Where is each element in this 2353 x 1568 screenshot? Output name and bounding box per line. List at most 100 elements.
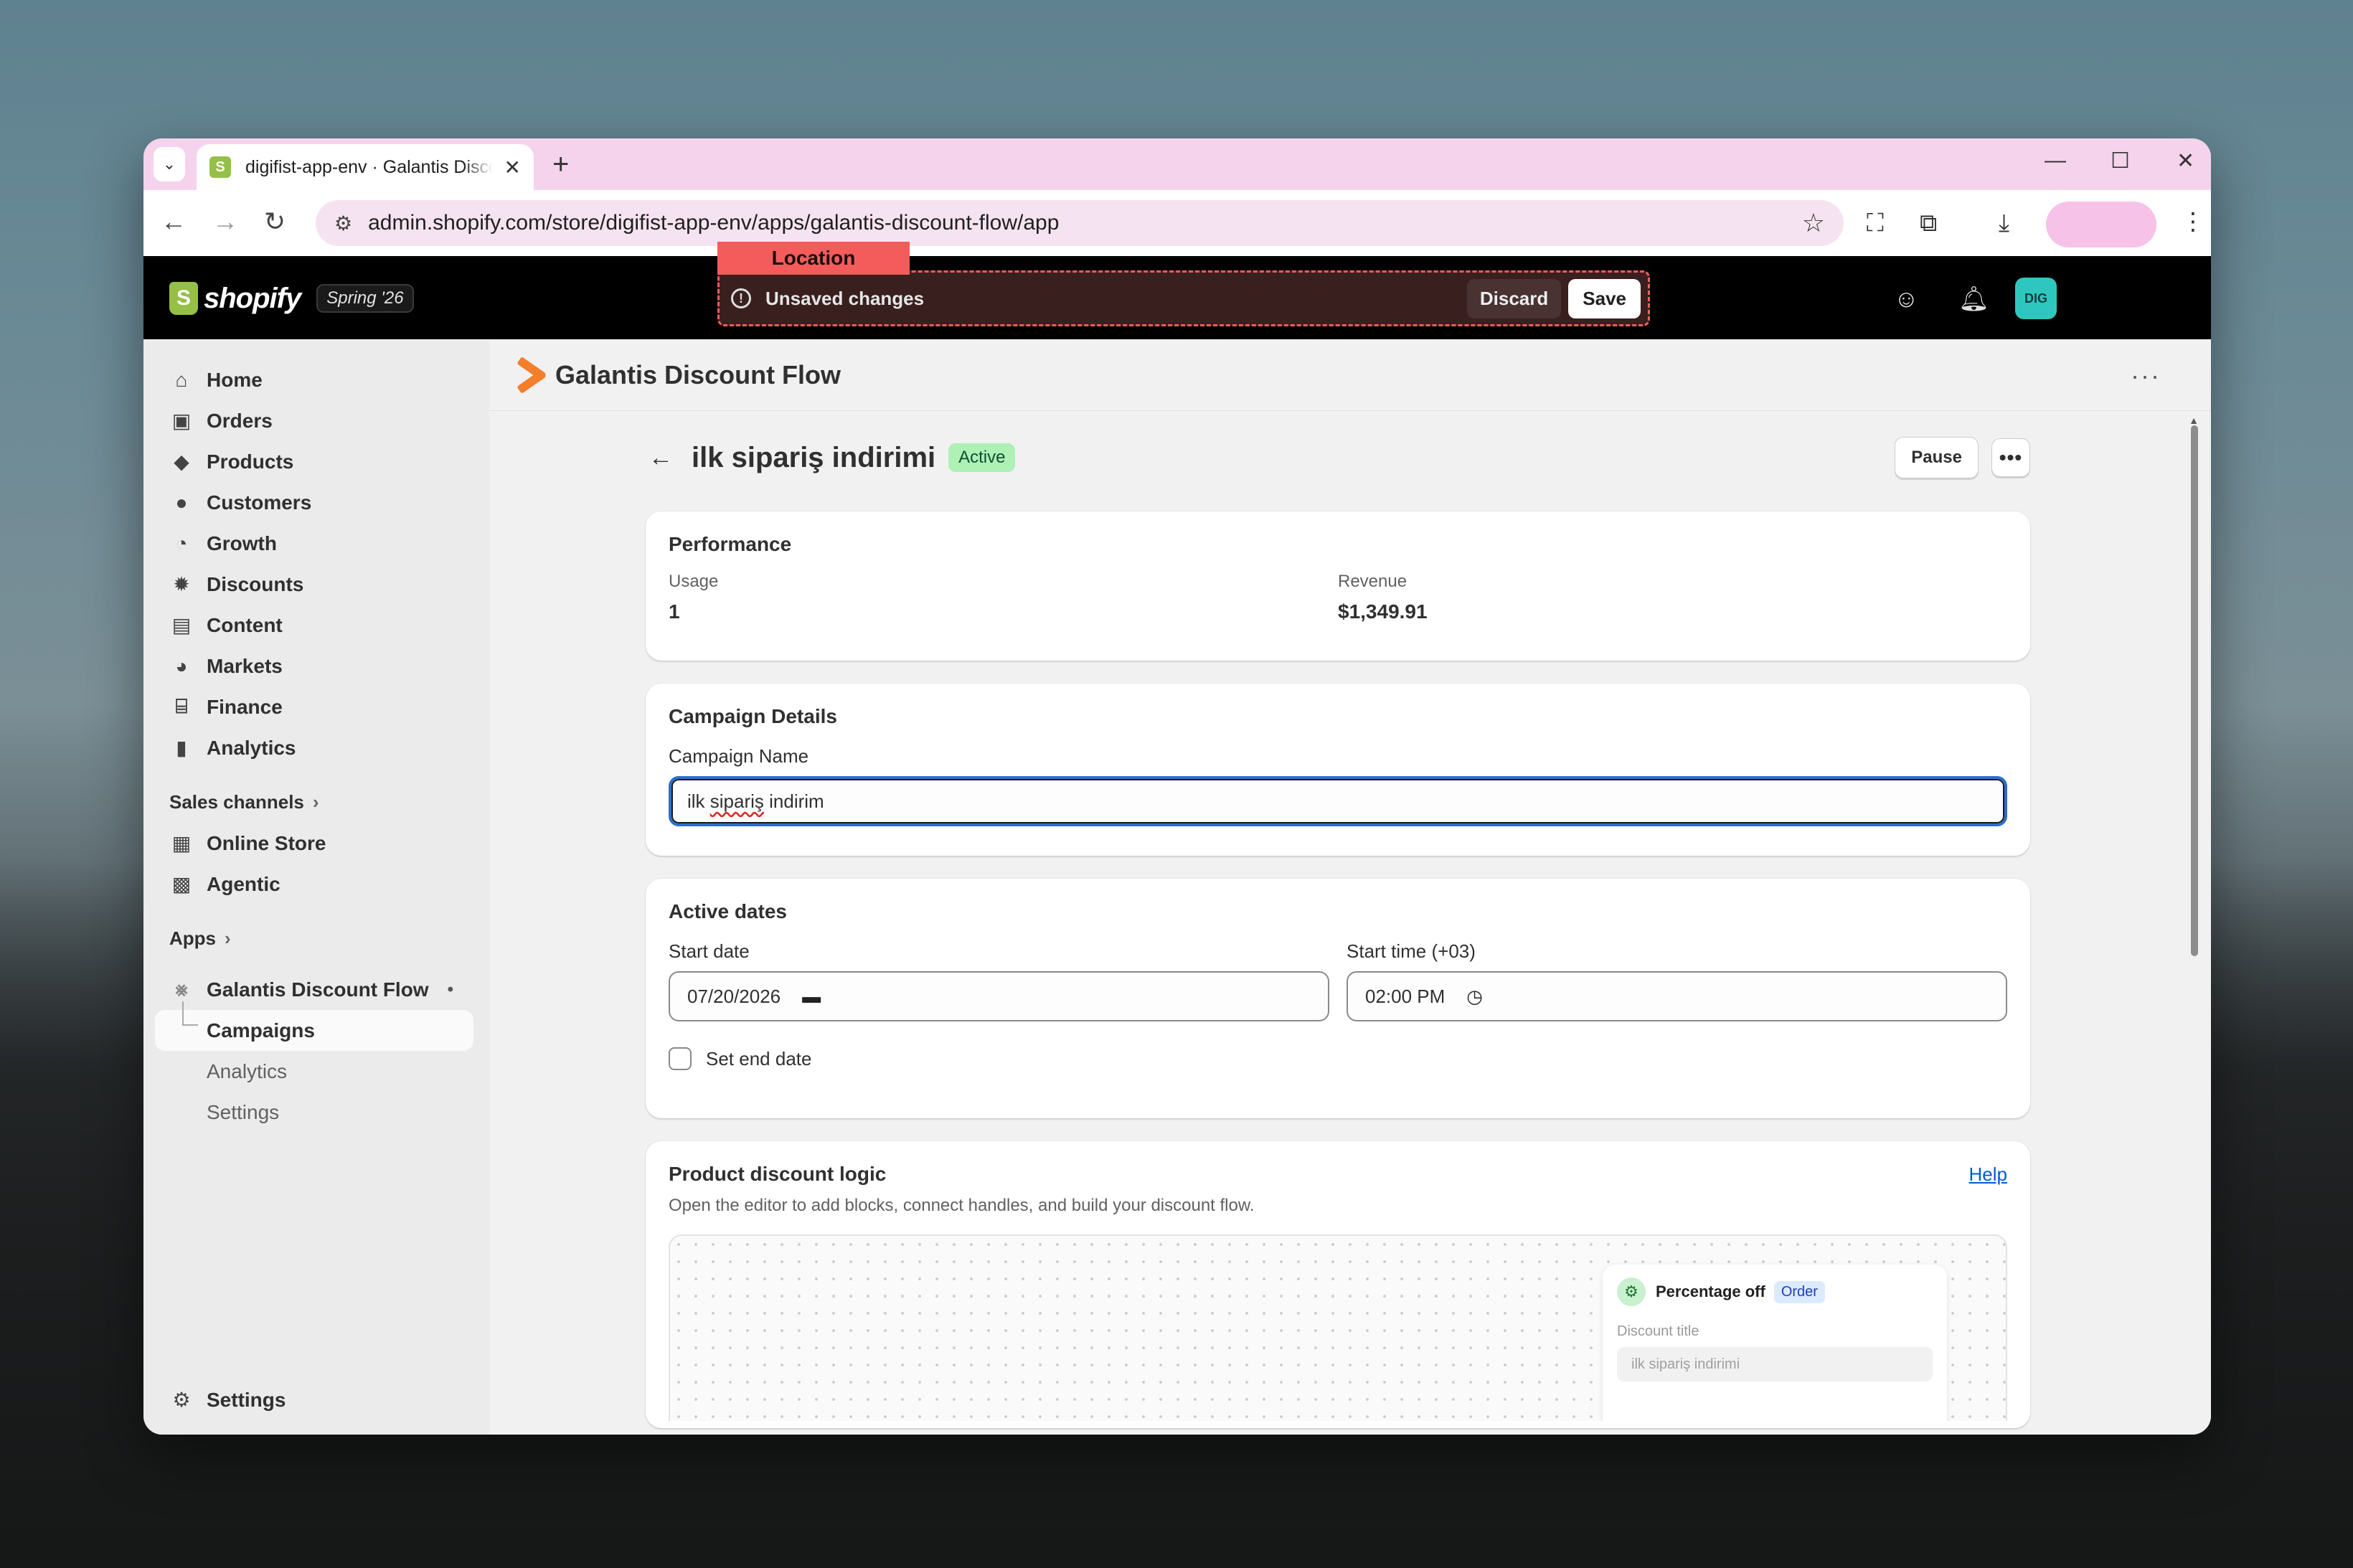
sidekick-icon[interactable]: ☺: [1894, 285, 1919, 313]
start-date-input[interactable]: 07/20/2026 ▬: [669, 971, 1329, 1021]
app-more-icon[interactable]: ···: [2131, 361, 2161, 391]
forward-icon[interactable]: →: [212, 206, 238, 237]
start-time-value: 02:00 PM: [1365, 985, 1446, 1007]
sidebar-subitem-label: Settings: [207, 1100, 280, 1123]
page-content: ← ilk sipariş indirimi Active Pause ••• …: [646, 433, 2030, 1428]
screenshot-icon[interactable]: ⛶: [1867, 207, 1884, 239]
sidebar-subitem-analytics[interactable]: Analytics: [143, 1051, 489, 1092]
start-time-label: Start time (+03): [1347, 940, 1476, 962]
shopify-logo[interactable]: S shopify Spring '26: [169, 282, 414, 315]
discard-button[interactable]: Discard: [1466, 278, 1562, 318]
save-button[interactable]: Save: [1568, 278, 1641, 318]
avatar[interactable]: DIG: [2015, 278, 2057, 319]
close-window-icon[interactable]: ✕: [2177, 148, 2194, 174]
address-bar: ← → ↻ ⚙ admin.shopify.com/store/digifist…: [143, 190, 2211, 256]
revenue-stat: Revenue $1,349.91: [1338, 572, 2007, 623]
sidebar-subitem-campaigns[interactable]: Campaigns: [155, 1001, 473, 1051]
back-arrow-icon[interactable]: ←: [649, 444, 673, 472]
sidebar-item-analytics[interactable]: ▮ Analytics: [143, 727, 489, 768]
start-time-input[interactable]: 02:00 PM ◷: [1347, 971, 2007, 1021]
apps-header[interactable]: Apps ›: [143, 917, 489, 959]
bookmark-star-icon[interactable]: ☆: [1802, 208, 1825, 238]
sidebar-item-label: Content: [207, 613, 283, 636]
content-icon: ▤: [171, 614, 192, 636]
campaign-name-input[interactable]: ilk sipariş indirim: [669, 776, 2007, 826]
browser-menu-icon[interactable]: ⋮: [2181, 206, 2205, 237]
url-bar[interactable]: ⚙ admin.shopify.com/store/digifist-app-e…: [316, 200, 1844, 246]
campaign-name-label: Campaign Name: [669, 745, 809, 767]
end-date-label[interactable]: Set end date: [706, 1048, 811, 1070]
browser-tab[interactable]: S digifist-app-env · Galantis Discount F…: [197, 144, 534, 190]
campaign-details-card: Campaign Details Campaign Name ilk sipar…: [646, 684, 2030, 856]
clock-icon[interactable]: ◷: [1466, 986, 1483, 1008]
sidebar-item-agentic[interactable]: ▩ Agentic: [143, 864, 489, 905]
scroll-up-icon[interactable]: ▲: [2189, 415, 2199, 426]
tab-bar: ⌄ S digifist-app-env · Galantis Discount…: [143, 138, 2211, 190]
gear-icon: ⚙: [172, 1389, 191, 1411]
sidebar-item-label: Finance: [207, 695, 283, 718]
sidebar-item-label: Agentic: [207, 872, 280, 895]
sales-channels-header[interactable]: Sales channels ›: [143, 781, 489, 823]
node-badge: Order: [1773, 1280, 1825, 1303]
sidebar-item-finance[interactable]: ⌸ Finance: [143, 686, 489, 727]
sidebar-item-markets[interactable]: ◕ Markets: [143, 646, 489, 686]
scrollbar[interactable]: [2191, 425, 2198, 956]
sidebar-item-orders[interactable]: ▣ Orders: [143, 400, 489, 441]
sidebar-item-content[interactable]: ▤ Content: [143, 605, 489, 646]
profile-button[interactable]: [2046, 202, 2156, 247]
sidebar-item-discounts[interactable]: ✹ Discounts: [143, 564, 489, 605]
chevron-right-icon: ›: [225, 927, 231, 949]
sidebar-item-settings[interactable]: ⚙ Settings: [143, 1379, 489, 1420]
campaign-name-text: indirim: [763, 790, 824, 812]
back-icon[interactable]: ←: [161, 206, 187, 237]
campaign-name-text: ilk: [687, 790, 710, 812]
site-info-icon[interactable]: ⚙: [334, 212, 352, 235]
performance-card: Performance Usage 1 Revenue $1,349.91: [646, 511, 2030, 661]
node-header: ⚙ Percentage off Order: [1617, 1277, 1933, 1306]
node-title: Percentage off: [1656, 1283, 1765, 1300]
end-date-checkbox[interactable]: [669, 1047, 692, 1070]
extensions-icon[interactable]: ⧉: [1920, 207, 1937, 239]
revenue-label: Revenue: [1338, 572, 1407, 591]
unsaved-changes-text: Unsaved changes: [765, 287, 925, 309]
sidebar-item-online-store[interactable]: ▦ Online Store: [143, 823, 489, 864]
new-tab-button[interactable]: +: [552, 147, 569, 181]
logic-title: Product discount logic: [669, 1163, 887, 1185]
download-icon[interactable]: ⤓: [1999, 207, 2009, 239]
minimize-icon[interactable]: —: [2045, 148, 2066, 173]
tab-search-button[interactable]: ⌄: [154, 147, 185, 181]
bell-icon[interactable]: 🔔︎: [1958, 285, 1989, 313]
node-field-label: Discount title: [1617, 1323, 1699, 1339]
reload-icon[interactable]: ↻: [264, 206, 286, 237]
end-date-row: Set end date: [669, 1047, 2007, 1070]
discount-logic-card: Product discount logic Help Open the edi…: [646, 1141, 2030, 1428]
sidebar-subitem-settings[interactable]: Settings: [143, 1092, 489, 1133]
chevron-down-icon: ⌄: [162, 155, 176, 173]
usage-value: 1: [669, 600, 680, 623]
tree-connector: [182, 1001, 198, 1026]
percentage-off-node[interactable]: ⚙ Percentage off Order Discount title il…: [1603, 1265, 1947, 1421]
usage-label: Usage: [669, 572, 719, 591]
sidebar-item-growth[interactable]: ◔ Growth: [143, 523, 489, 564]
calendar-icon[interactable]: ▬: [802, 986, 821, 1008]
sidebar-item-label: Settings: [207, 1388, 286, 1411]
flow-canvas[interactable]: ⚙ Percentage off Order Discount title il…: [669, 1234, 2007, 1421]
galantis-app-icon: ⨳: [175, 978, 188, 1000]
more-actions-button[interactable]: •••: [1991, 438, 2030, 477]
orders-icon: ▣: [171, 410, 192, 432]
pause-button[interactable]: Pause: [1895, 437, 1979, 478]
sales-channels-label: Sales channels: [169, 790, 304, 813]
help-link[interactable]: Help: [1969, 1163, 2007, 1186]
pin-dot-icon[interactable]: •: [448, 980, 453, 1000]
sidebar-item-home[interactable]: ⌂ Home: [143, 359, 489, 400]
close-tab-icon[interactable]: ✕: [504, 156, 521, 179]
discount-title-input[interactable]: ilk sipariş indirimi: [1617, 1347, 1933, 1382]
page-header: ← ilk sipariş indirimi Active Pause •••: [646, 433, 2030, 483]
sidebar-item-products[interactable]: ◆ Products: [143, 441, 489, 482]
sidebar-item-customers[interactable]: ● Customers: [143, 482, 489, 523]
misspelled-word: sipariş: [709, 790, 764, 812]
sidebar: ⌂ Home ▣ Orders ◆ Products ● Customers ◔ Grow…: [143, 339, 489, 1435]
maximize-icon[interactable]: ☐: [2111, 148, 2130, 174]
bar-chart-icon: ▮: [176, 737, 187, 759]
start-time-col: Start time (+03) 02:00 PM ◷: [1347, 923, 2007, 1021]
